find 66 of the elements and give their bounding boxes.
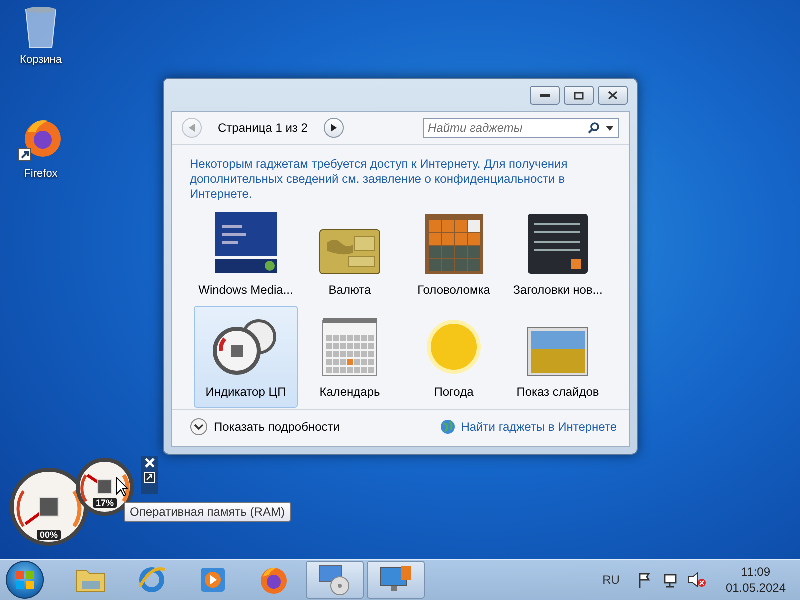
gadget-tile[interactable]: Windows Media... <box>194 204 298 306</box>
calendar-thumbnail <box>322 317 378 377</box>
mouse-pointer-icon <box>116 477 130 497</box>
right-arrow-icon <box>330 124 337 132</box>
gadget-name: Погода <box>434 385 474 399</box>
desktop-icon-label[interactable]: Корзина <box>20 54 62 66</box>
gadget-name: Головоломка <box>418 283 490 297</box>
gadget-name: Индикатор ЦП <box>206 385 286 399</box>
close-icon <box>608 91 618 100</box>
search-field[interactable]: Найти гаджеты <box>423 118 619 138</box>
cpu-reading: 00% <box>37 530 61 540</box>
memory-reading: 17% <box>93 498 117 508</box>
taskbar-button[interactable] <box>306 561 364 599</box>
gadget-tile[interactable]: Календарь <box>298 306 402 408</box>
news-feed-thumbnail <box>527 213 589 275</box>
clock-time: 11:09 <box>741 564 771 580</box>
get-gadgets-online-link[interactable]: Найти гаджеты в Интернете <box>440 419 617 435</box>
internet-notice: Некоторым гаджетам требуется доступ к Интернету. Для получения дополнительных сведений см. заявление о конфиденциальности в Интернете. <box>190 157 569 202</box>
show-details-button[interactable]: Показать подробности <box>190 418 340 436</box>
gadget-tile[interactable]: Валюта <box>298 204 402 306</box>
desktop-icon-label[interactable]: Firefox <box>24 168 58 180</box>
maximize-icon <box>574 92 584 100</box>
speaker-muted-icon[interactable] <box>688 572 706 588</box>
gadget-tile[interactable]: Индикатор ЦП <box>194 306 298 408</box>
sun-thumbnail <box>424 317 484 377</box>
gadget-name: Показ слайдов <box>516 385 600 399</box>
gadget-name: Windows Media... <box>198 283 294 297</box>
language-indicator[interactable]: RU <box>602 573 620 587</box>
gadget-name: Заголовки нов... <box>513 283 603 297</box>
start-button[interactable] <box>6 561 44 599</box>
gadget-name: Календарь <box>320 385 380 399</box>
windows-logo-icon <box>16 571 34 589</box>
recycle-bin-icon <box>24 6 58 50</box>
gadget-name: Валюта <box>328 283 372 297</box>
minimize-icon <box>540 94 550 98</box>
flowers-photo-thumbnail <box>527 327 589 377</box>
firefox-icon <box>259 565 289 595</box>
monitor-disc-icon <box>318 564 352 596</box>
next-page-button[interactable] <box>324 118 344 138</box>
left-arrow-icon <box>189 124 195 132</box>
gadget-tile[interactable]: Головоломка <box>402 204 506 306</box>
close-icon[interactable] <box>144 458 154 468</box>
media-center-thumbnail <box>214 211 278 275</box>
gadget-tile[interactable]: Заголовки нов... <box>506 204 610 306</box>
tooltip: Оперативная память (RAM) <box>124 502 291 522</box>
gadget-tile[interactable]: Погода <box>402 306 506 408</box>
globe-icon <box>440 419 456 435</box>
clock[interactable]: 11:09 01.05.2024 <box>726 564 786 596</box>
media-player-icon <box>200 567 226 593</box>
chevron-down-icon <box>190 418 208 436</box>
close-button[interactable] <box>598 86 628 105</box>
currency-card-thumbnail <box>319 229 381 275</box>
browser-icon <box>137 565 167 595</box>
page-indicator: Страница 1 из 2 <box>217 121 309 135</box>
maximize-button[interactable] <box>564 86 594 105</box>
gadget-tile[interactable]: Показ слайдов <box>506 306 610 408</box>
firefox-shortcut-icon <box>18 118 64 164</box>
flag-icon[interactable] <box>638 572 652 588</box>
clock-date: 01.05.2024 <box>726 580 786 596</box>
search-icon[interactable] <box>588 122 600 134</box>
minimize-button[interactable] <box>530 86 560 105</box>
dropdown-caret-icon[interactable] <box>606 126 614 130</box>
picture-puzzle-thumbnail <box>424 213 484 275</box>
network-icon[interactable] <box>662 572 678 588</box>
resize-icon[interactable] <box>144 472 155 483</box>
taskbar-button[interactable] <box>367 561 425 599</box>
